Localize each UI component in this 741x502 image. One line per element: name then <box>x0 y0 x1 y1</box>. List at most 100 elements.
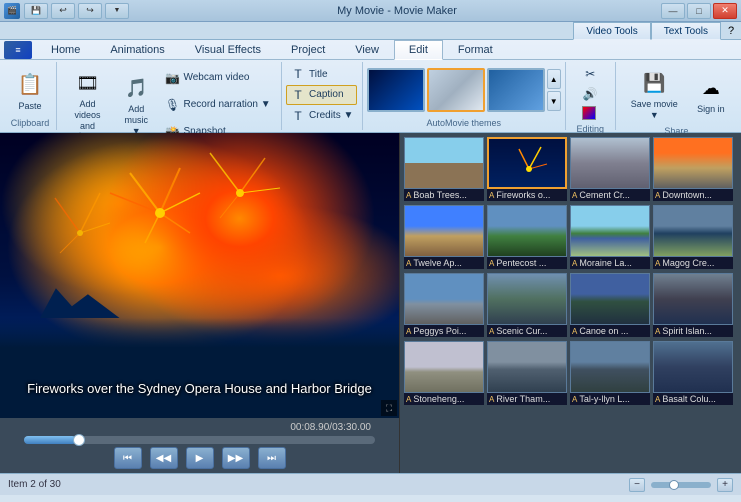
clip-icon: A <box>655 259 660 268</box>
clip-boab-trees[interactable]: ABoab Trees... <box>404 137 484 201</box>
theme-3[interactable] <box>487 68 545 112</box>
quick-access-save[interactable]: 💾 <box>24 3 48 19</box>
clip-magog[interactable]: AMagog Cre... <box>653 205 733 269</box>
clip-basalt[interactable]: ABasalt Colu... <box>653 341 733 405</box>
ribbon-tab-bar: ≡ Home Animations Visual Effects Project… <box>0 40 741 60</box>
clip-cement[interactable]: ACement Cr... <box>570 137 650 201</box>
theme-scroll-down[interactable]: ▼ <box>547 91 561 111</box>
app-icon: 🎬 <box>4 3 20 19</box>
clip-twelve-label: ATwelve Ap... <box>404 257 484 269</box>
clip-downtown-label: ADowntown... <box>653 189 733 201</box>
play-button[interactable]: ▶ <box>186 447 214 469</box>
theme-1-preview <box>369 70 423 110</box>
zoom-out-button[interactable]: − <box>629 478 645 492</box>
caption-button[interactable]: T Caption <box>286 85 357 105</box>
clip-cement-label: ACement Cr... <box>570 189 650 201</box>
sign-in-button[interactable]: ☁ Sign in <box>691 69 731 118</box>
theme-2[interactable] <box>427 68 485 112</box>
fullscreen-button[interactable]: ⛶ <box>381 400 397 416</box>
quick-access-undo[interactable]: ↩ <box>51 3 75 19</box>
clip-moraine-thumb <box>570 205 650 257</box>
paste-button[interactable]: 📋 Paste <box>9 66 51 115</box>
clipboard-items: 📋 Paste <box>9 64 51 116</box>
theme-scroll-up[interactable]: ▲ <box>547 69 561 89</box>
clip-tal-y-llyn[interactable]: ATal-y-llyn L... <box>570 341 650 405</box>
record-narration-button[interactable]: 🎙 Record narration ▼ <box>160 95 274 115</box>
help-button[interactable]: ? <box>721 22 741 40</box>
trim-button[interactable]: ✂ <box>578 64 602 84</box>
zoom-in-button[interactable]: + <box>717 478 733 492</box>
clip-spirit-thumb <box>653 273 733 325</box>
tab-video-tools[interactable]: Video Tools <box>573 22 650 40</box>
clip-canoe[interactable]: ACanoe on ... <box>570 273 650 337</box>
clip-fireworks[interactable]: AFireworks o... <box>487 137 567 201</box>
progress-fill <box>24 436 77 444</box>
clip-downtown[interactable]: ADowntown... <box>653 137 733 201</box>
tab-project[interactable]: Project <box>276 40 340 59</box>
rewind-button[interactable]: ◀◀ <box>150 447 178 469</box>
tab-visual-effects[interactable]: Visual Effects <box>180 40 276 59</box>
clip-boab-label: ABoab Trees... <box>404 189 484 201</box>
playback-controls: ⏮ ◀◀ ▶ ▶▶ ⏭ <box>114 447 286 469</box>
quick-access-dropdown[interactable]: ▼ <box>105 3 129 19</box>
progress-thumb[interactable] <box>73 434 85 446</box>
video-content <box>0 133 399 418</box>
next-clip-button[interactable]: ⏭ <box>258 447 286 469</box>
clip-river-thames[interactable]: ARiver Tham... <box>487 341 567 405</box>
tab-text-tools[interactable]: Text Tools <box>651 22 721 40</box>
clip-fireworks-thumb <box>487 137 567 189</box>
office-button[interactable]: ≡ <box>4 41 32 59</box>
clip-twelve-thumb <box>404 205 484 257</box>
video-caption: Fireworks over the Sydney Opera House an… <box>0 380 399 398</box>
editing-items: ✂ 🔊 <box>578 64 602 122</box>
tab-home[interactable]: Home <box>36 40 95 59</box>
clip-peggys-label: APeggys Poi... <box>404 325 484 337</box>
tab-edit[interactable]: Edit <box>394 40 443 60</box>
minimize-button[interactable]: — <box>661 3 685 19</box>
webcam-video-button[interactable]: 📷 Webcam video <box>160 68 274 88</box>
maximize-button[interactable]: □ <box>687 3 711 19</box>
storyboard-scroll[interactable]: ABoab Trees... AFireworks <box>400 133 741 473</box>
zoom-slider[interactable] <box>651 482 711 488</box>
volume-button[interactable]: 🔊 <box>578 84 602 104</box>
clip-pentecost[interactable]: APentecost ... <box>487 205 567 269</box>
quick-access-redo[interactable]: ↪ <box>78 3 102 19</box>
tab-format[interactable]: Format <box>443 40 508 59</box>
theme-1[interactable] <box>367 68 425 112</box>
clip-pentecost-thumb <box>487 205 567 257</box>
tab-view[interactable]: View <box>340 40 394 59</box>
prev-clip-button[interactable]: ⏮ <box>114 447 142 469</box>
clip-peggys[interactable]: APeggys Poi... <box>404 273 484 337</box>
video-frame: Fireworks over the Sydney Opera House an… <box>0 133 399 418</box>
item-count: Item 2 of 30 <box>8 479 61 490</box>
clip-spirit[interactable]: ASpirit Islan... <box>653 273 733 337</box>
clip-moraine[interactable]: AMoraine La... <box>570 205 650 269</box>
color-button[interactable] <box>578 104 602 122</box>
zoom-thumb[interactable] <box>669 480 679 490</box>
credits-button[interactable]: T Credits ▼ <box>286 106 357 126</box>
clip-basalt-label: ABasalt Colu... <box>653 393 733 405</box>
title-bar-left: 🎬 💾 ↩ ↪ ▼ My Movie - Movie Maker <box>4 3 661 19</box>
storyboard-row-3: APeggys Poi... AScenic Cur... ACanoe on … <box>404 273 737 337</box>
theme-3-preview <box>489 70 543 110</box>
save-movie-button[interactable]: 💾 Save movie ▼ <box>622 64 687 124</box>
clip-icon: A <box>655 327 660 336</box>
text-items: T Title T Caption T Credits ▼ <box>286 64 357 126</box>
clip-stonehenge-thumb <box>404 341 484 393</box>
window-controls: — □ ✕ <box>661 3 737 19</box>
title-button[interactable]: T Title <box>286 64 357 84</box>
clip-stonehenge[interactable]: AStoneheng... <box>404 341 484 405</box>
clip-scenic[interactable]: AScenic Cur... <box>487 273 567 337</box>
close-button[interactable]: ✕ <box>713 3 737 19</box>
clip-fireworks-label: AFireworks o... <box>487 189 567 201</box>
clip-twelve[interactable]: ATwelve Ap... <box>404 205 484 269</box>
add-music-button[interactable]: 🎵 Addmusic ▼ <box>116 69 157 139</box>
progress-bar[interactable] <box>24 436 376 444</box>
clip-spirit-label: ASpirit Islan... <box>653 325 733 337</box>
tab-animations[interactable]: Animations <box>95 40 179 59</box>
window-title: My Movie - Movie Maker <box>133 5 661 17</box>
clip-peggys-thumb <box>404 273 484 325</box>
text-col: T Title T Caption T Credits ▼ <box>286 64 357 126</box>
fast-forward-button[interactable]: ▶▶ <box>222 447 250 469</box>
status-bar: Item 2 of 30 − + <box>0 473 741 495</box>
